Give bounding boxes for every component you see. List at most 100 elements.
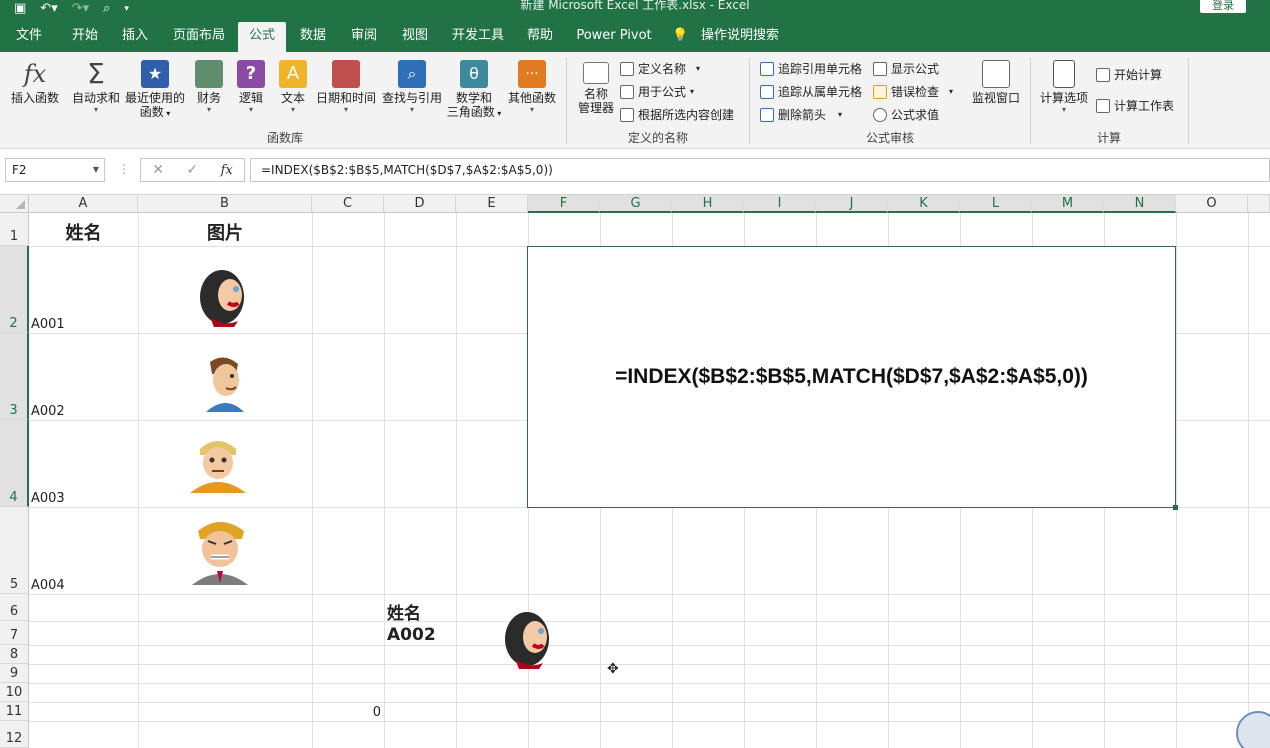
column-header-b[interactable]: B: [138, 195, 312, 213]
create-from-selection-icon: [620, 107, 634, 122]
enter-icon[interactable]: ✓: [186, 162, 198, 178]
calculation-options-button[interactable]: 计算选项 ▾: [1036, 60, 1092, 114]
tab-formulas[interactable]: 公式: [238, 22, 286, 52]
formula-textbox[interactable]: =INDEX($B$2:$B$5,MATCH($D$7,$A$2:$A$5,0)…: [527, 246, 1178, 510]
tab-home[interactable]: 开始: [62, 18, 108, 52]
logical-button[interactable]: ? 逻辑 ▾: [232, 60, 270, 114]
select-all-button[interactable]: [0, 195, 29, 213]
resize-handle[interactable]: [1173, 505, 1178, 510]
column-header-a[interactable]: A: [29, 195, 138, 213]
cell-a3[interactable]: A002: [31, 404, 65, 419]
insert-function-icon[interactable]: fx: [221, 163, 233, 178]
autosum-button[interactable]: Σ 自动求和 ▾: [68, 57, 124, 115]
worksheet-grid[interactable]: A B C D E F G H I J K L M N O 1 2 3 4 5 …: [0, 195, 1270, 748]
tell-me-search[interactable]: 操作说明搜索: [698, 18, 782, 52]
column-header-g[interactable]: G: [600, 195, 672, 213]
define-name-button[interactable]: 定义名称 ▾: [620, 60, 700, 77]
tab-power-pivot[interactable]: Power Pivot: [574, 18, 654, 52]
create-from-selection-button[interactable]: 根据所选内容创建: [620, 106, 734, 123]
tab-help[interactable]: 帮助: [519, 18, 561, 52]
calculate-sheet-button[interactable]: 计算工作表: [1096, 97, 1174, 114]
calculate-now-button[interactable]: 开始计算: [1096, 66, 1162, 83]
column-header-d[interactable]: D: [384, 195, 456, 213]
tab-view[interactable]: 视图: [394, 18, 436, 52]
remove-arrows-button[interactable]: 删除箭头 ▾: [760, 106, 842, 123]
text-button[interactable]: A 文本 ▾: [274, 60, 312, 114]
login-button[interactable]: 登录: [1200, 0, 1246, 13]
lookup-result-picture[interactable]: [497, 607, 563, 669]
lookup-reference-button[interactable]: ⌕ 查找与引用 ▾: [380, 60, 444, 114]
cell-a5[interactable]: A004: [31, 578, 65, 593]
use-in-formula-button[interactable]: 用于公式 ▾: [620, 83, 694, 100]
row-header-12[interactable]: 12: [0, 721, 29, 748]
row-header-11[interactable]: 11: [0, 702, 29, 721]
show-formulas-button[interactable]: 显示公式: [873, 60, 939, 77]
group-separator: [1030, 58, 1031, 144]
tab-file[interactable]: 文件: [8, 18, 50, 52]
trace-precedents-icon: [760, 61, 774, 76]
tab-developer[interactable]: 开发工具: [446, 18, 510, 52]
cancel-icon[interactable]: ✕: [152, 162, 164, 178]
sigma-icon: Σ: [87, 57, 105, 90]
row-header-2[interactable]: 2: [0, 246, 29, 333]
chevron-down-icon[interactable]: ▼: [93, 159, 99, 181]
assistant-icon[interactable]: [1236, 711, 1270, 748]
cell-d7[interactable]: A002: [387, 625, 436, 645]
title-bar: ▣ ↶▾ ↷▾ ⌕ ▾ 新建 Microsoft Excel 工作表.xlsx …: [0, 0, 1270, 18]
row-header-7[interactable]: 7: [0, 621, 29, 645]
cell-b1[interactable]: 图片: [138, 219, 312, 245]
tab-review[interactable]: 审阅: [343, 18, 385, 52]
formula-input[interactable]: =INDEX($B$2:$B$5,MATCH($D$7,$A$2:$A$5,0)…: [250, 158, 1270, 182]
name-box[interactable]: F2 ▼: [5, 158, 105, 182]
row-header-6[interactable]: 6: [0, 594, 29, 621]
column-header-p[interactable]: [1248, 195, 1270, 213]
column-header-n[interactable]: N: [1104, 195, 1176, 213]
column-header-m[interactable]: M: [1032, 195, 1104, 213]
row-header-5[interactable]: 5: [0, 507, 29, 594]
cell-a1[interactable]: 姓名: [29, 219, 138, 245]
column-header-f[interactable]: F: [528, 195, 600, 213]
math-trig-button[interactable]: θ 数学和 三角函数 ▾: [444, 60, 504, 121]
woman-avatar-picture[interactable]: [192, 265, 258, 327]
column-header-k[interactable]: K: [888, 195, 960, 213]
more-functions-button[interactable]: ··· 其他函数 ▾: [504, 60, 560, 114]
insert-function-button[interactable]: fx 插入函数: [6, 60, 64, 105]
cell-d6[interactable]: 姓名: [387, 599, 421, 624]
group-label-defined-names: 定义的名称: [627, 131, 688, 145]
row-header-3[interactable]: 3: [0, 333, 29, 420]
row-header-9[interactable]: 9: [0, 664, 29, 683]
splitter-handle-icon[interactable]: ⋮: [118, 162, 130, 176]
column-header-i[interactable]: I: [744, 195, 816, 213]
worried-man-avatar-picture[interactable]: [186, 435, 250, 493]
column-header-e[interactable]: E: [456, 195, 528, 213]
evaluate-formula-button[interactable]: 公式求值: [873, 106, 939, 123]
row-header-8[interactable]: 8: [0, 645, 29, 664]
row-header-4[interactable]: 4: [0, 420, 29, 507]
recently-used-button[interactable]: ★ 最近使用的 函数 ▾: [124, 60, 186, 121]
financial-button[interactable]: 财务 ▾: [190, 60, 228, 114]
cell-a4[interactable]: A003: [31, 491, 65, 506]
trace-dependents-button[interactable]: 追踪从属单元格: [760, 83, 862, 100]
use-in-formula-icon: [620, 84, 634, 99]
column-header-j[interactable]: J: [816, 195, 888, 213]
star-book-icon: ★: [141, 60, 169, 88]
angry-man-avatar-picture[interactable]: [184, 517, 256, 585]
trace-precedents-button[interactable]: 追踪引用单元格: [760, 60, 862, 77]
more-book-icon: ···: [518, 60, 546, 88]
error-checking-button[interactable]: 错误检查 ▾: [873, 83, 953, 100]
man-avatar-picture[interactable]: [196, 352, 252, 414]
column-header-c[interactable]: C: [312, 195, 384, 213]
name-manager-button[interactable]: 名称 管理器: [572, 62, 620, 115]
column-header-h[interactable]: H: [672, 195, 744, 213]
column-header-o[interactable]: O: [1176, 195, 1248, 213]
cell-a2[interactable]: A001: [31, 317, 65, 332]
watch-window-button[interactable]: 监视窗口: [968, 60, 1024, 105]
column-header-l[interactable]: L: [960, 195, 1032, 213]
cell-c11[interactable]: 0: [312, 705, 381, 720]
date-time-button[interactable]: 日期和时间 ▾: [314, 60, 378, 114]
tab-insert[interactable]: 插入: [114, 18, 156, 52]
tab-page-layout[interactable]: 页面布局: [166, 18, 232, 52]
row-header-1[interactable]: 1: [0, 213, 29, 246]
row-header-10[interactable]: 10: [0, 683, 29, 702]
tab-data[interactable]: 数据: [292, 18, 334, 52]
